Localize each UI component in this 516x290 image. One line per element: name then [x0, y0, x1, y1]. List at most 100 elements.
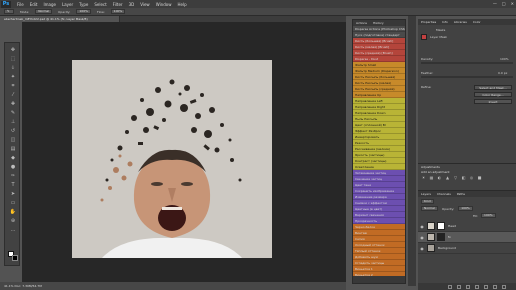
levels-icon[interactable]: ▦ [429, 175, 434, 180]
maximize-button[interactable]: □ [502, 1, 506, 6]
adjustment-icons: ☀ ▦ ◐ ▲ ▽ ◧ ◎ ■ [418, 175, 516, 180]
tool-preset-picker[interactable]: ✎ [4, 9, 14, 14]
magic-wand-icon[interactable]: ✦ [9, 74, 17, 81]
black-white-icon[interactable]: ■ [477, 175, 482, 180]
menu-bar: Ps File Edit Image Layer Type Select Fil… [0, 0, 516, 8]
density-label: Density: [421, 57, 434, 61]
hand-icon[interactable]: ✋ [9, 209, 17, 216]
adjustments-panel: Adjustments Add an adjustment ☀ ▦ ◐ ▲ ▽ … [418, 163, 516, 189]
layer-thumbnail [427, 244, 435, 252]
menu-type[interactable]: Type [79, 2, 88, 7]
color-range-button[interactable]: Color Range... [474, 92, 512, 97]
menu-view[interactable]: View [140, 2, 150, 7]
menu-select[interactable]: Select [94, 2, 106, 7]
eyedropper-icon[interactable]: ⁄ [9, 92, 17, 99]
layer-opacity-label: Opacity: [441, 206, 455, 211]
brush-icon[interactable]: ✎ [9, 110, 17, 117]
status-bar: 41.1% Doc: 7.30M/54.7M [0, 282, 346, 290]
canvas-area[interactable] [22, 22, 346, 282]
history-brush-icon[interactable]: ↺ [9, 128, 17, 135]
visibility-eye-icon[interactable]: ◉ [419, 224, 425, 229]
marquee-icon[interactable]: ⬚ [9, 56, 17, 63]
tab-layers[interactable]: Layers [421, 191, 431, 197]
visibility-eye-icon[interactable]: ◉ [419, 235, 425, 240]
layers-fill-row: Fill: 100% [473, 213, 496, 218]
move-icon[interactable]: ✥ [9, 47, 17, 54]
type-icon[interactable]: T [9, 182, 17, 189]
layer-mask-label: Layer Mask [430, 35, 448, 39]
exposure-icon[interactable]: ▲ [445, 175, 450, 180]
menu-help[interactable]: Help [177, 2, 186, 7]
mode-label: Mode: [20, 9, 30, 14]
layer-name: Head [448, 224, 456, 228]
delete-layer-icon[interactable] [502, 284, 506, 289]
gradient-icon[interactable]: ▤ [9, 146, 17, 153]
new-layer-icon[interactable] [493, 284, 497, 289]
lasso-icon[interactable]: ↆ [9, 65, 17, 72]
blur-icon[interactable]: ◆ [9, 155, 17, 162]
crop-icon[interactable]: ⌗ [9, 83, 17, 90]
path-select-icon[interactable]: ➤ [9, 191, 17, 198]
layers-filter-row: Kind [421, 199, 434, 204]
minimize-button[interactable]: — [493, 1, 497, 6]
visibility-eye-icon[interactable]: ◉ [419, 246, 425, 251]
curves-icon[interactable]: ◐ [437, 175, 442, 180]
layer-row[interactable]: ◉ fx [418, 232, 516, 243]
tab-paths[interactable]: Paths [457, 191, 465, 197]
vibrance-icon[interactable]: ▽ [453, 175, 458, 180]
link-layers-icon[interactable] [448, 284, 452, 289]
document-canvas-image[interactable] [72, 60, 272, 258]
layer-style-icon[interactable] [457, 284, 461, 289]
stamp-icon[interactable]: ⊥ [9, 119, 17, 126]
flow-field[interactable]: 100% [110, 9, 126, 14]
feather-slider[interactable] [421, 76, 513, 78]
menu-edit[interactable]: Edit [30, 2, 38, 7]
more-icon[interactable]: … [9, 227, 17, 234]
menu-window[interactable]: Window [156, 2, 172, 7]
adjustments-subtitle: Add an adjustment [421, 170, 450, 174]
right-panels: Properties Info Libraries Color Masks La… [418, 19, 516, 290]
layer-fill-field[interactable]: 100% [481, 213, 496, 218]
layer-fill-label: Fill: [473, 213, 479, 218]
refine-label: Refine: [421, 85, 432, 89]
close-button[interactable]: ✕ [511, 1, 514, 6]
hue-saturation-icon[interactable]: ◧ [461, 175, 466, 180]
opacity-field[interactable]: 100% [76, 9, 91, 14]
menu-file[interactable]: File [17, 2, 24, 7]
layer-mask-thumbnail[interactable] [437, 222, 445, 230]
menu-layer[interactable]: Layer [62, 2, 73, 7]
eraser-icon[interactable]: ◫ [9, 137, 17, 144]
mask-icon [421, 34, 427, 40]
menu-image[interactable]: Image [43, 2, 56, 7]
pen-icon[interactable]: ✑ [9, 173, 17, 180]
panel-dock [408, 16, 416, 286]
invert-button[interactable]: Invert [474, 99, 512, 104]
layer-mask-thumbnail[interactable] [437, 233, 445, 241]
layer-thumbnail [427, 222, 435, 230]
tab-channels[interactable]: Channels [437, 191, 451, 197]
brightness-icon[interactable]: ☀ [421, 175, 426, 180]
add-mask-icon[interactable] [466, 284, 470, 289]
new-group-icon[interactable] [484, 284, 488, 289]
dodge-icon[interactable]: ● [9, 164, 17, 171]
feather-label: Feather: [421, 71, 434, 75]
layer-row[interactable]: ◉ Head [418, 221, 516, 232]
blend-mode-select[interactable]: Normal [421, 206, 438, 211]
action-list: Disperse Actions (Photoshop CS6/CC)Пуск … [353, 26, 405, 283]
density-slider[interactable] [421, 62, 513, 64]
menu-filter[interactable]: Filter [113, 2, 123, 7]
masks-label: Masks [436, 28, 446, 32]
menu-3d[interactable]: 3D [129, 2, 135, 7]
zoom-icon[interactable]: ⊕ [9, 218, 17, 225]
layer-row[interactable]: ◉ Background [418, 243, 516, 254]
select-and-mask-button[interactable]: Select and Mask... [474, 85, 512, 90]
layer-opacity-field[interactable]: 100% [458, 206, 473, 211]
layer-kind-filter[interactable]: Kind [421, 199, 434, 204]
new-adjustment-icon[interactable] [475, 284, 479, 289]
background-color-swatch[interactable] [12, 255, 18, 261]
shape-icon[interactable]: ▭ [9, 200, 17, 207]
dispersion-portrait-image [72, 60, 272, 258]
heal-icon[interactable]: ✚ [9, 101, 17, 108]
mode-select[interactable]: Normal [35, 9, 53, 14]
color-balance-icon[interactable]: ◎ [469, 175, 474, 180]
